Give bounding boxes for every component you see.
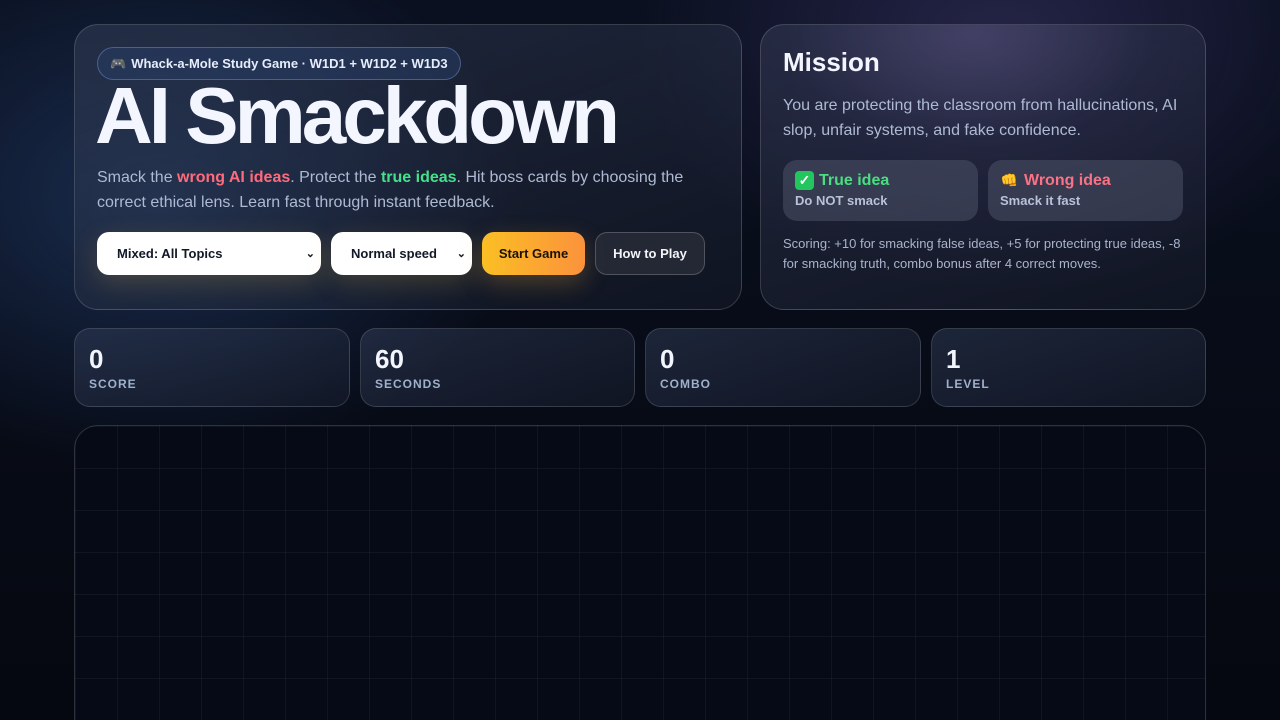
wrong-idea-title: Wrong idea (1024, 171, 1111, 189)
gamepad-icon: 🎮 (110, 55, 127, 71)
chevron-down-icon: ⌄ (305, 248, 315, 260)
game-controls: Mixed: All Topics ⌄ Normal speed ⌄ Start… (97, 232, 705, 275)
lead-text-1: Smack the (97, 169, 178, 186)
level-stat: 1 LEVEL (931, 328, 1206, 407)
wrong-idea-hint: Smack it fast (1000, 193, 1081, 208)
wrong-idea-heading: 👊 Wrong idea (1000, 171, 1171, 190)
page-title: AI Smackdown (95, 71, 620, 160)
true-idea-card: ✓ True idea Do NOT smack (783, 160, 978, 221)
mission-panel: Mission You are protecting the classroom… (760, 24, 1206, 310)
score-stat: 0 SCORE (74, 328, 350, 407)
speed-select[interactable]: Normal speed ⌄ (331, 232, 472, 275)
score-label: SCORE (89, 377, 137, 391)
lead-text-2: . Protect the (290, 169, 381, 186)
chevron-down-icon: ⌄ (456, 248, 466, 260)
wrong-idea-card: 👊 Wrong idea Smack it fast (988, 160, 1183, 221)
true-ideas-highlight: true ideas (380, 169, 457, 186)
speed-select-value: Normal speed (351, 246, 437, 261)
hero-panel: 🎮 Whack-a-Mole Study Game · W1D1 + W1D2 … (74, 24, 742, 310)
how-to-play-button[interactable]: How to Play (595, 232, 705, 275)
hero-description: Smack the wrong AI ideas. Protect the tr… (97, 165, 717, 215)
true-idea-title: True idea (819, 171, 890, 189)
level-label: LEVEL (946, 377, 990, 391)
combo-label: COMBO (660, 377, 711, 391)
wrong-ideas-highlight: wrong AI ideas (177, 169, 291, 186)
level-value: 1 (946, 344, 961, 374)
combo-value: 0 (660, 344, 675, 374)
scoring-rules: Scoring: +10 for smacking false ideas, +… (783, 236, 1181, 271)
true-idea-heading: ✓ True idea (795, 171, 966, 190)
true-idea-hint: Do NOT smack (795, 193, 888, 208)
score-value: 0 (89, 344, 104, 374)
combo-stat: 0 COMBO (645, 328, 921, 407)
mission-title: Mission (783, 47, 880, 77)
fist-icon: 👊 (1000, 172, 1019, 188)
mission-description: You are protecting the classroom from ha… (783, 97, 1178, 139)
start-game-button[interactable]: Start Game (482, 232, 585, 275)
seconds-label: SECONDS (375, 377, 442, 391)
topic-select-value: Mixed: All Topics (117, 246, 223, 261)
game-tag-label: Whack-a-Mole Study Game · W1D1 + W1D2 + … (131, 56, 448, 71)
game-board[interactable] (74, 425, 1206, 720)
seconds-value: 60 (375, 344, 404, 374)
seconds-stat: 60 SECONDS (360, 328, 635, 407)
topic-select[interactable]: Mixed: All Topics ⌄ (97, 232, 321, 275)
check-icon: ✓ (795, 171, 814, 190)
